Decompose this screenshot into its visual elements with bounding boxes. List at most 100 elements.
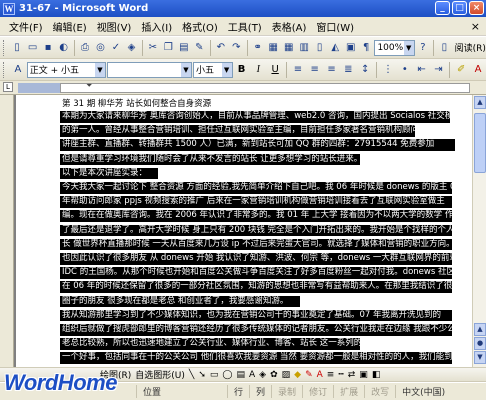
font-size-select[interactable]: 小五 ▼ [193,61,233,78]
decrease-indent-icon[interactable]: ⇤ [414,62,430,78]
permission-icon[interactable]: ◐ [56,40,71,56]
read-icon[interactable]: ▯ [437,40,452,56]
line-style-icon[interactable]: ≡ [327,370,335,380]
status-track[interactable]: 修订 [302,385,333,398]
paste-icon[interactable]: ▤ [177,40,192,56]
tab-selector-icon[interactable]: L [3,82,13,92]
selected-text-line[interactable]: 本期为大家请来柳华芳 奥库咨询创始人，目前从事品牌管理、web2.0 咨询，国内… [60,111,450,123]
format-painter-icon[interactable]: ✎ [192,40,207,56]
drawing-icon[interactable]: ◭ [328,40,343,56]
minimize-button[interactable]: _ [435,1,450,15]
rectangle-icon[interactable]: ▭ [210,370,219,380]
increase-indent-icon[interactable]: ⇥ [431,62,447,78]
selected-text-line[interactable]: 今天我大家一起讨论下 整合资源 方面的经验,我先简单介绍下自己吧。我 06 年时… [60,182,452,194]
status-extend[interactable]: 扩展 [333,385,364,398]
justify-icon[interactable]: ≣ [340,62,356,78]
wordart-icon[interactable]: A [249,370,255,380]
selected-text-line[interactable]: IDC 的王国杨。从那个时候也开始和百度公关做斗争百度关注了好多百度粉丝一起对付… [60,267,452,279]
copy-icon[interactable]: ❐ [161,40,176,56]
diagram-icon[interactable]: ◈ [259,370,266,380]
close-button[interactable]: × [469,1,484,15]
menu-view[interactable]: 视图(V) [92,19,137,34]
arrow-style-icon[interactable]: ⇄ [348,370,356,380]
menu-table[interactable]: 表格(A) [267,19,312,34]
print-icon[interactable]: ⎙ [78,40,93,56]
selected-text-line[interactable]: 的第一人。曾经从事整合营销培训、担任过互联网实验室主编，目前担任多家著名营销机构… [60,125,415,137]
spelling-icon[interactable]: ✓ [109,40,124,56]
scroll-up-icon[interactable]: ▲ [474,96,486,109]
selected-text-line[interactable]: 组织后就做了搜虎部郎里的博客营销还经历了很多传统媒体的记者朋友。公关行业我走在边… [60,324,452,336]
zoom-select[interactable]: 100% ▼ [374,39,415,56]
font-select[interactable]: ▼ [106,61,192,78]
dash-style-icon[interactable]: ┅ [338,370,343,380]
menu-insert[interactable]: 插入(I) [136,19,177,34]
selected-text-line[interactable]: 编。现在在做奥库咨询。我在 2006 年认识了非常多的。我 01 年 上大学 接… [60,210,452,222]
selected-text-line[interactable]: 圈子的朋友 很多现在都是老总 和创业者了，我要感谢知游。 [60,295,300,308]
close-document-icon[interactable]: × [471,20,480,33]
insert-excel-icon[interactable]: ▥ [297,40,312,56]
document-page[interactable]: 第 31 期 柳华芳 站长如何整合自身资源 本期为大家请来柳华芳 奥库咨询创始人… [16,95,472,367]
toolbar-grip[interactable] [3,39,6,56]
styles-pane-icon[interactable]: A [10,62,26,78]
redo-icon[interactable]: ↷ [229,40,244,56]
menu-tools[interactable]: 工具(T) [223,19,267,34]
3d-icon[interactable]: ◧ [372,370,381,380]
scroll-thumb[interactable] [474,113,486,173]
selected-text-line[interactable]: 了最后还是退学了。高开大学时候 身上只有 200 块钱 完全是个入门开拓出来的。… [60,224,452,237]
font-color-draw-icon[interactable]: A [317,370,323,380]
indent-marker-icon[interactable]: ⏷ [86,81,92,91]
chevron-down-icon[interactable]: ▼ [181,62,191,77]
next-page-icon[interactable]: ▼ [474,351,486,364]
selected-text-line[interactable]: 我从知游那里学习到了不少媒体知识，也为我在营销公司干的事业奠定了基础。07 年我… [60,309,452,322]
horizontal-ruler[interactable]: L ⏷ [0,81,486,95]
menu-format[interactable]: 格式(O) [177,19,223,34]
style-select[interactable]: 正文 + 小五 ▼ [26,61,106,78]
open-folder-icon[interactable]: ▭ [25,40,40,56]
align-right-icon[interactable]: ≡ [324,62,340,78]
selected-text-line[interactable]: 以下是本次讲座实录： [60,167,158,180]
columns-icon[interactable]: ▯ [312,40,327,56]
insert-table-icon[interactable]: ▦ [281,40,296,56]
bold-button[interactable]: B [234,62,250,78]
picture-icon[interactable]: ▨ [282,370,291,380]
menu-window[interactable]: 窗口(W) [311,19,359,34]
chevron-down-icon[interactable]: ▼ [403,40,414,55]
word-app-icon[interactable]: W [3,2,15,15]
toolbar-grip[interactable] [3,61,6,78]
selected-text-line[interactable]: 年帮助访问郎家 ppjs 视频搜索的推广 后来在一家营销培训机构做营销培训接着去… [60,196,452,208]
tables-borders-icon[interactable]: ▦ [266,40,281,56]
numbering-icon[interactable]: ⋮ [380,62,396,78]
selected-text-line[interactable]: 一个好事，包括同事在十的公关公司 他们很喜欢我要资源 当然 要资源都一般是相对性… [60,352,452,364]
italic-button[interactable]: I [250,62,266,78]
selected-text-line[interactable]: 也因此认识了很多朋友 从 donews 开始 我认识了知游、洪波、何宗 等，do… [60,253,452,265]
font-color-icon[interactable]: A [470,62,486,78]
show-hide-icon[interactable]: ¶ [359,40,374,56]
menu-edit[interactable]: 编辑(E) [48,19,92,34]
clipart-icon[interactable]: ✿ [270,370,278,380]
shadow-icon[interactable]: ▣ [359,370,368,380]
align-center-icon[interactable]: ≡ [307,62,323,78]
hyperlink-icon[interactable]: ⚭ [250,40,265,56]
line-color-icon[interactable]: ✎ [305,370,313,380]
bullets-icon[interactable]: • [397,62,413,78]
vertical-scrollbar[interactable]: ▲ ▲ ● ▼ [472,95,486,367]
menu-file[interactable]: 文件(F) [4,19,48,34]
document-map-icon[interactable]: ▣ [343,40,358,56]
print-preview-icon[interactable]: ◎ [93,40,108,56]
autoshapes-menu[interactable]: 自选图形(U) [135,368,185,381]
selected-text-line[interactable]: 讲座主群、直播群、转播群共 1500 人）已满，新到站长可加 QQ 群的四群：2… [60,139,455,151]
maximize-button[interactable]: □ [452,1,467,15]
chevron-down-icon[interactable]: ▼ [221,62,232,77]
line-icon[interactable]: ╲ [189,370,194,380]
selected-text-line[interactable]: 但是请尊重学习环境我们随时会了从来不发言的站长 让更多想学习的站长进来。 [60,153,360,166]
new-document-icon[interactable]: ▯ [10,40,25,56]
fill-color-icon[interactable]: ◆ [294,370,301,380]
read-button[interactable]: 阅读(R) [455,41,486,54]
selected-text-line[interactable]: 老总比较熟，所以也迅速地建立了公关行业、媒体行业、博客、站长 这一系列的关系。 [60,338,360,350]
highlight-icon[interactable]: ✐ [453,62,469,78]
arrow-icon[interactable]: ➘ [198,370,206,380]
cut-icon[interactable]: ✂ [146,40,161,56]
chevron-down-icon[interactable]: ▼ [94,62,105,77]
selected-text-line[interactable]: 在 06 年的时候还保留了很多的一部分社区氛围，知游的思想也非常写有益帮助来人。… [60,281,452,293]
status-record[interactable]: 录制 [271,385,302,398]
